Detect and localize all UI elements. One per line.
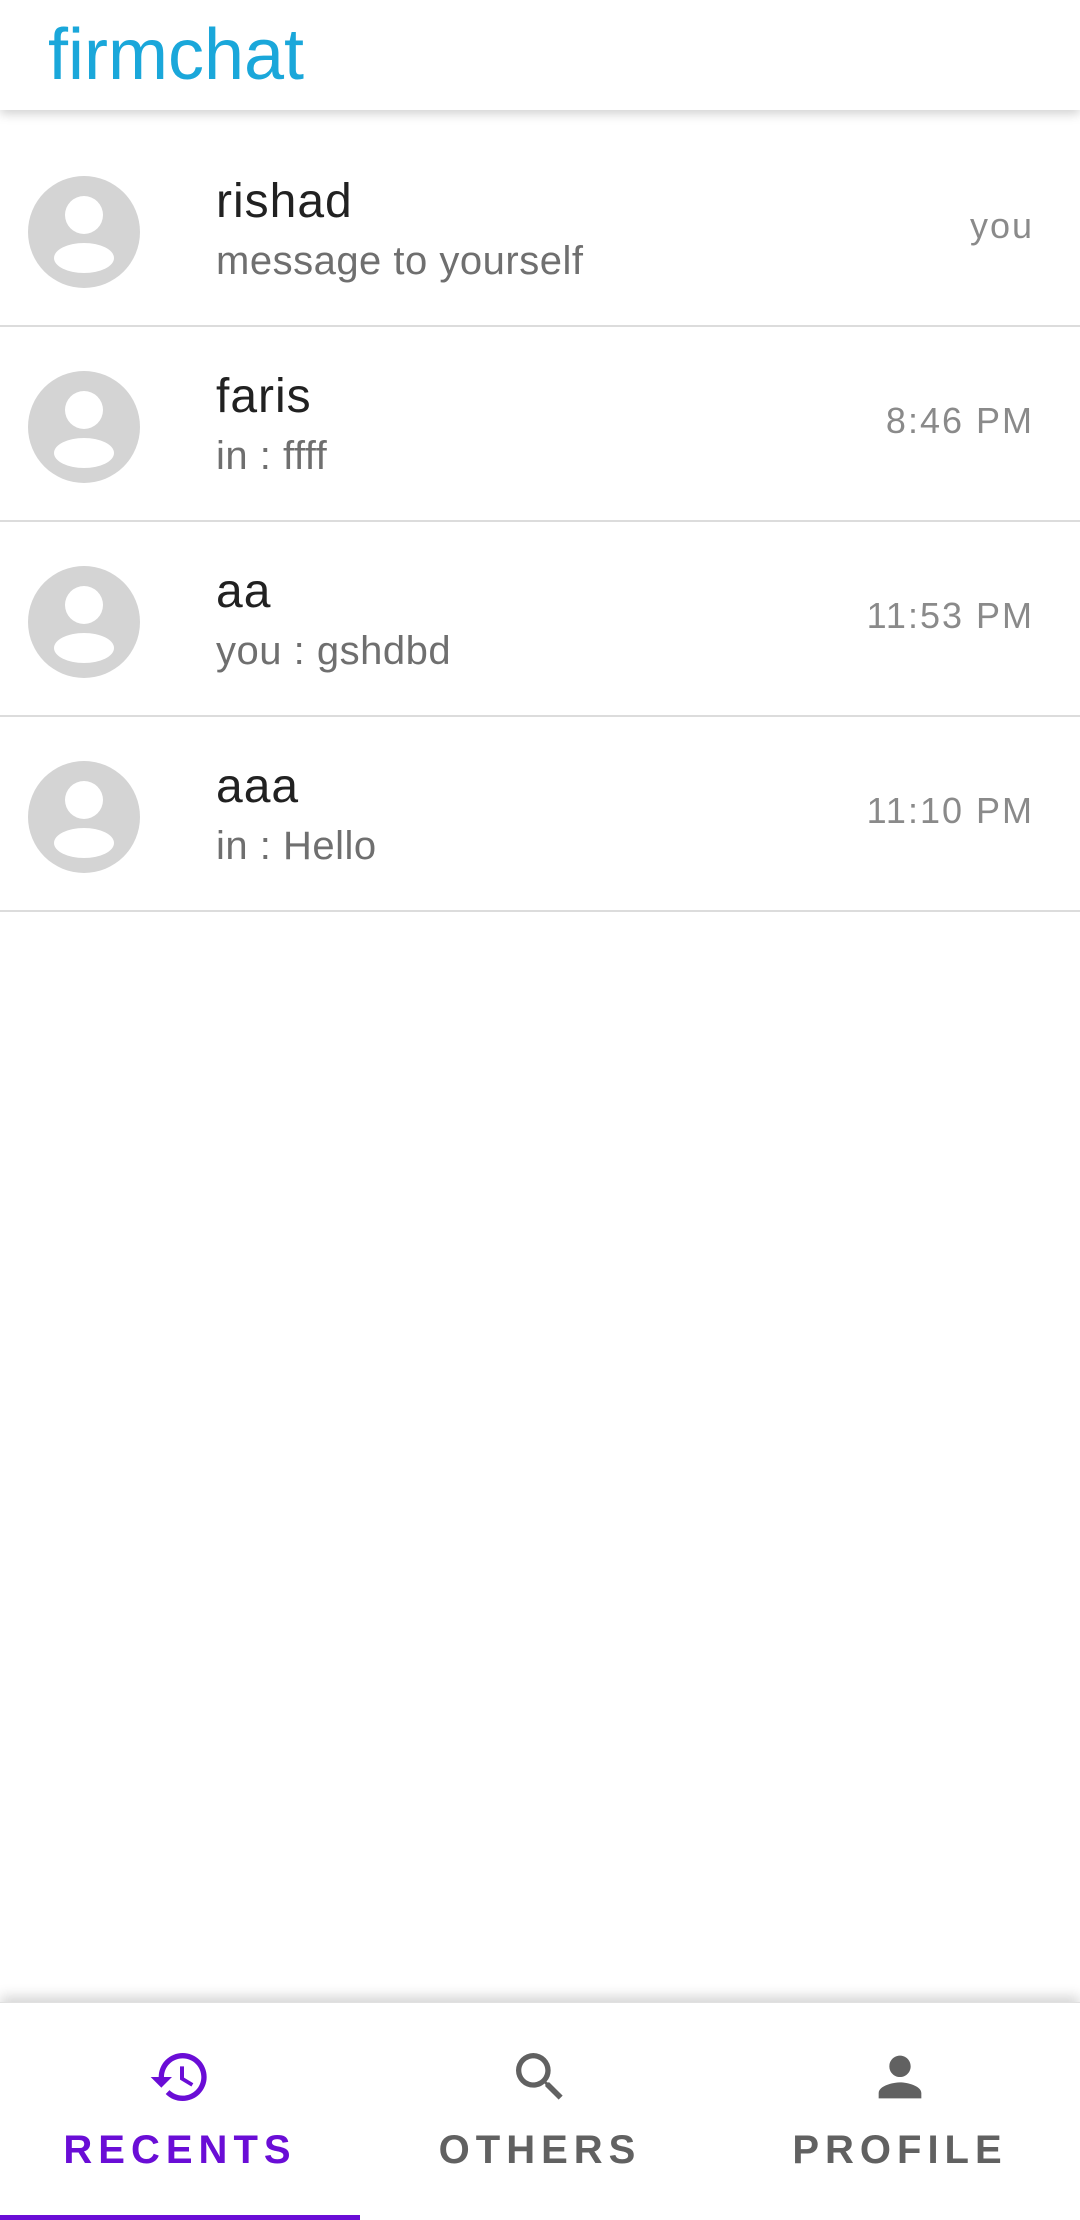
chat-name: aaa <box>216 760 300 813</box>
search-icon <box>516 2053 563 2100</box>
tab-profile[interactable]: PROFILE <box>720 2003 1080 2220</box>
avatar-placeholder-icon <box>28 566 140 678</box>
app-bar: firmchat <box>0 0 1080 110</box>
app-screen: firmchat rishad message to yourself you … <box>0 0 1080 2220</box>
chat-name: faris <box>216 370 312 423</box>
person-icon <box>878 2055 922 2099</box>
tab-profile-label: PROFILE <box>792 2128 1008 2172</box>
chat-preview: you : gshdbd <box>216 629 452 673</box>
chat-row[interactable]: faris in : ffff 8:46 PM <box>0 327 1080 522</box>
history-icon <box>150 2053 207 2101</box>
tab-recents[interactable]: RECENTS <box>0 2003 360 2220</box>
tab-others[interactable]: OTHERS <box>360 2003 720 2220</box>
bottom-navigation: RECENTS OTHERS PROFILE <box>0 2002 1080 2220</box>
avatar-placeholder-icon <box>28 761 140 873</box>
chat-time: you <box>969 205 1034 246</box>
avatar-placeholder-icon <box>28 371 140 483</box>
tab-recents-label: RECENTS <box>63 2128 297 2172</box>
chat-preview: in : Hello <box>216 824 377 868</box>
chat-row[interactable]: aaa in : Hello 11:10 PM <box>0 717 1080 912</box>
chat-time: 11:53 PM <box>866 595 1034 636</box>
chat-row[interactable]: aa you : gshdbd 11:53 PM <box>0 522 1080 717</box>
tab-others-label: OTHERS <box>438 2128 642 2172</box>
chat-time: 8:46 PM <box>885 400 1034 441</box>
active-tab-indicator <box>0 2215 360 2220</box>
app-title: firmchat <box>48 15 305 95</box>
chat-name: aa <box>216 565 272 618</box>
avatar-placeholder-icon <box>28 176 140 288</box>
chat-preview: message to yourself <box>216 239 584 283</box>
chat-preview: in : ffff <box>216 434 328 478</box>
chat-name: rishad <box>216 175 353 228</box>
chat-row[interactable]: rishad message to yourself you <box>0 132 1080 327</box>
chat-list: rishad message to yourself you faris in … <box>0 132 1080 912</box>
chat-time: 11:10 PM <box>866 790 1034 831</box>
